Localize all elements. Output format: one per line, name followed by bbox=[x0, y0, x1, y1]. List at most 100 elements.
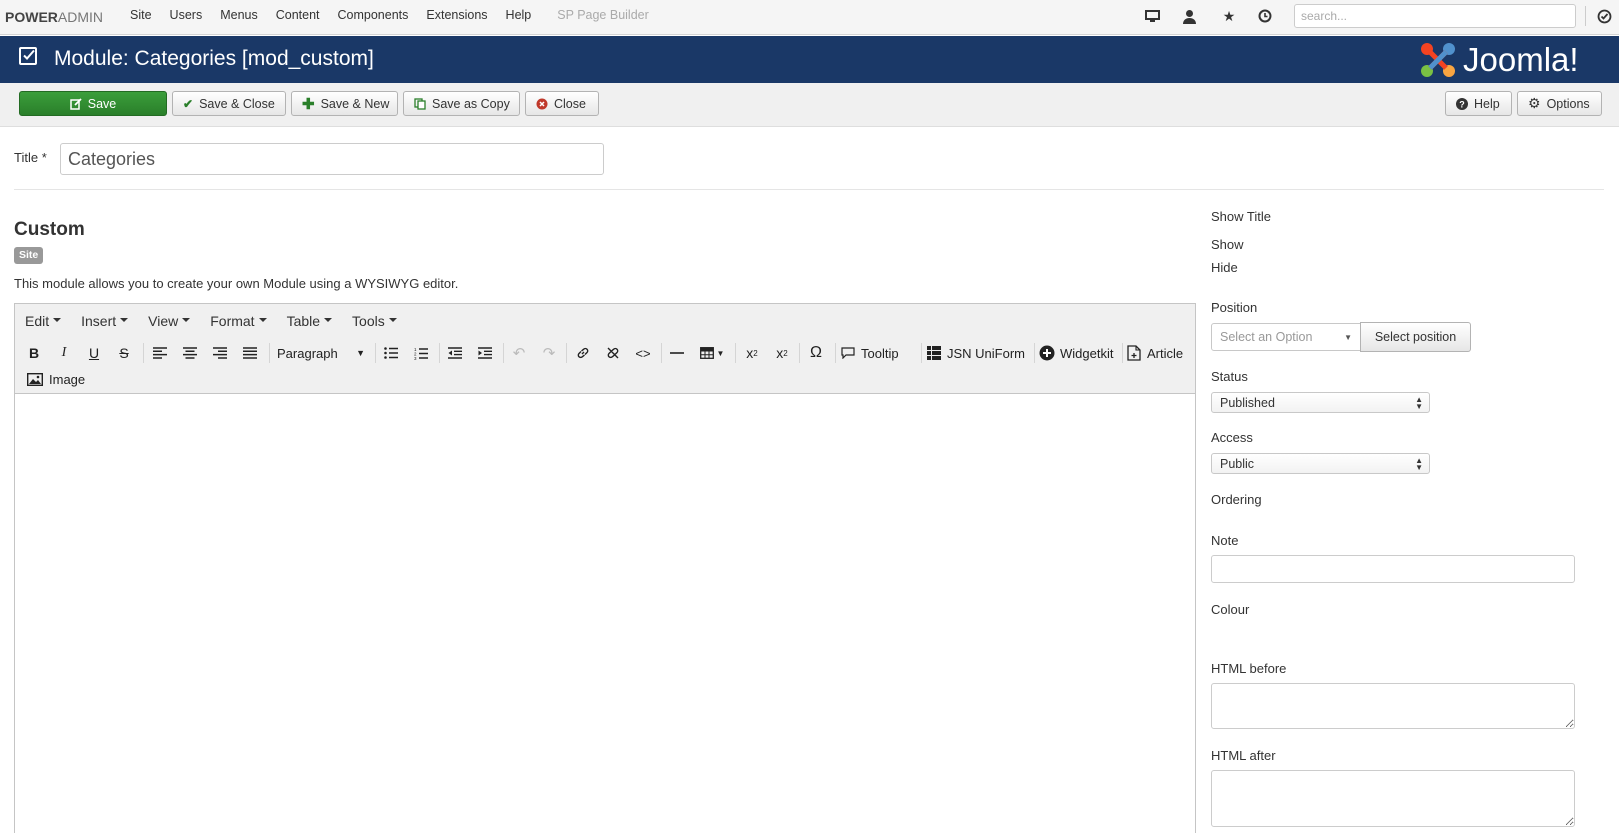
access-select[interactable]: Public ▲ ▼ bbox=[1211, 453, 1430, 474]
align-right-button[interactable] bbox=[208, 341, 232, 365]
updown-caret-icon: ▲ ▼ bbox=[1415, 395, 1423, 411]
bold-button[interactable]: B bbox=[22, 341, 46, 365]
menu-users[interactable]: Users bbox=[161, 0, 212, 33]
editor-menu-table[interactable]: Table bbox=[287, 313, 332, 329]
numbered-list-icon: 123 bbox=[414, 347, 428, 360]
subscript-icon[interactable]: x2 bbox=[740, 341, 764, 365]
underline-button[interactable]: U bbox=[82, 341, 106, 365]
unlink-button[interactable] bbox=[601, 341, 625, 365]
clock-icon[interactable] bbox=[1257, 8, 1273, 24]
save-new-label: Save & New bbox=[320, 96, 390, 111]
editor-menu-insert[interactable]: Insert bbox=[81, 313, 128, 329]
position-select[interactable]: Select an Option ▼ bbox=[1211, 323, 1361, 351]
brand-logo[interactable]: POWERADMIN bbox=[5, 9, 103, 25]
redo-icon[interactable]: ↷ bbox=[537, 341, 561, 365]
close-button[interactable]: Close bbox=[525, 91, 599, 116]
undo-icon[interactable]: ↶ bbox=[507, 341, 531, 365]
menu-extensions[interactable]: Extensions bbox=[417, 0, 496, 33]
note-input[interactable] bbox=[1211, 555, 1575, 583]
divider bbox=[14, 189, 1604, 190]
save-new-button[interactable]: ✚ Save & New bbox=[291, 91, 398, 116]
toolbar-separator bbox=[1122, 343, 1123, 363]
toolbar-separator bbox=[921, 343, 922, 363]
bullet-list-button[interactable] bbox=[379, 341, 403, 365]
superscript-icon[interactable]: x2 bbox=[770, 341, 794, 365]
check-icon: ✔ bbox=[183, 96, 194, 111]
joomla-logo: Joomla! bbox=[1419, 40, 1579, 80]
help-button[interactable]: ? Help bbox=[1445, 91, 1512, 116]
menu-components[interactable]: Components bbox=[329, 0, 418, 33]
article-label: Article bbox=[1147, 345, 1184, 361]
check-circle-icon[interactable] bbox=[1596, 8, 1612, 24]
save-button[interactable]: Save bbox=[19, 91, 167, 116]
editor-content-area[interactable] bbox=[15, 394, 1195, 834]
gear-icon: ⚙ bbox=[1528, 95, 1541, 111]
align-center-button[interactable] bbox=[178, 341, 202, 365]
article-button[interactable]: Article bbox=[1127, 341, 1183, 365]
numbered-list-button[interactable]: 123 bbox=[409, 341, 433, 365]
monitor-icon[interactable] bbox=[1144, 8, 1160, 24]
editor-menu-view[interactable]: View bbox=[148, 313, 190, 329]
main-menu: Site Users Menus Content Components Exte… bbox=[121, 0, 658, 33]
module-type-heading: Custom bbox=[14, 219, 85, 240]
menu-sp-page-builder[interactable]: SP Page Builder bbox=[548, 0, 658, 33]
menu-help[interactable]: Help bbox=[497, 0, 541, 33]
table-button[interactable]: ▼ bbox=[695, 341, 729, 365]
indent-button[interactable] bbox=[473, 341, 497, 365]
toolbar-separator bbox=[566, 343, 567, 363]
italic-button[interactable]: I bbox=[52, 341, 76, 365]
outdent-button[interactable] bbox=[443, 341, 467, 365]
code-icon[interactable]: <> bbox=[631, 341, 655, 365]
align-justify-button[interactable] bbox=[238, 341, 262, 365]
position-select-placeholder: Select an Option bbox=[1220, 330, 1313, 344]
image-button[interactable]: Image bbox=[27, 367, 85, 391]
editor-menu-edit[interactable]: Edit bbox=[25, 313, 61, 329]
widgetkit-button[interactable]: Widgetkit bbox=[1039, 341, 1113, 365]
menu-menus[interactable]: Menus bbox=[211, 0, 267, 33]
special-character-icon[interactable]: Ω bbox=[804, 341, 828, 365]
save-close-button[interactable]: ✔ Save & Close bbox=[172, 91, 286, 116]
editor-menubar: Edit Insert View Format Table Tools bbox=[15, 304, 1195, 338]
image-icon bbox=[27, 372, 43, 386]
html-before-label: HTML before bbox=[1211, 661, 1287, 676]
menu-content[interactable]: Content bbox=[267, 0, 329, 33]
select-position-button[interactable]: Select position bbox=[1360, 322, 1471, 352]
checkbox-icon bbox=[19, 47, 37, 65]
save-as-copy-button[interactable]: Save as Copy bbox=[403, 91, 520, 116]
plus-circle-icon bbox=[1039, 345, 1055, 361]
note-label: Note bbox=[1211, 533, 1239, 548]
editor-menu-tools[interactable]: Tools bbox=[352, 313, 397, 329]
save-button-label: Save bbox=[87, 96, 117, 111]
menu-site[interactable]: Site bbox=[121, 0, 161, 33]
user-icon[interactable] bbox=[1181, 8, 1197, 24]
align-right-icon bbox=[213, 347, 227, 359]
jsn-uniform-button[interactable]: JSN UniForm bbox=[927, 341, 1025, 365]
strikethrough-button[interactable]: S bbox=[112, 341, 136, 365]
align-left-button[interactable] bbox=[148, 341, 172, 365]
copy-icon bbox=[414, 97, 426, 110]
options-button[interactable]: ⚙ Options bbox=[1517, 91, 1602, 116]
html-after-textarea[interactable] bbox=[1211, 770, 1575, 827]
align-center-icon bbox=[183, 347, 197, 359]
editor-menu-format[interactable]: Format bbox=[210, 313, 266, 329]
html-before-textarea[interactable] bbox=[1211, 683, 1575, 729]
status-select-value: Published bbox=[1220, 395, 1275, 410]
hide-option[interactable]: Hide bbox=[1211, 260, 1238, 275]
toolbar-separator bbox=[799, 343, 800, 363]
title-label: Title * bbox=[14, 150, 47, 165]
search-input[interactable] bbox=[1294, 4, 1576, 28]
link-icon bbox=[577, 347, 589, 359]
title-input[interactable] bbox=[60, 143, 604, 175]
link-button[interactable] bbox=[571, 341, 595, 365]
table-icon bbox=[699, 347, 714, 359]
close-label: Close bbox=[554, 96, 586, 111]
comment-icon bbox=[841, 347, 855, 359]
show-option[interactable]: Show bbox=[1211, 237, 1244, 252]
tooltip-button[interactable]: Tooltip bbox=[841, 341, 899, 365]
star-icon[interactable]: ★ bbox=[1221, 8, 1237, 24]
format-select[interactable]: Paragraph ▼ bbox=[273, 341, 369, 365]
horizontal-rule-button[interactable] bbox=[665, 341, 689, 365]
options-label: Options bbox=[1546, 96, 1590, 111]
status-select[interactable]: Published ▲ ▼ bbox=[1211, 392, 1430, 413]
page-header: Module: Categories [mod_custom] Joomla! bbox=[0, 36, 1619, 83]
